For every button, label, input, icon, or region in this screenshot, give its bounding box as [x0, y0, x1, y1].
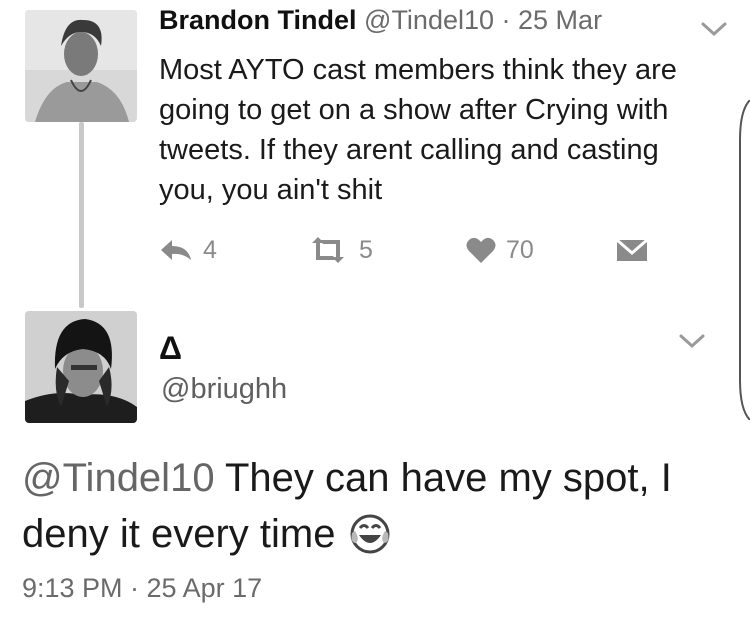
- tweet2-author-name[interactable]: Δ: [159, 330, 182, 367]
- tweet1-line: tweets. If they arent calling and castin…: [159, 134, 659, 166]
- tweet1-author-handle[interactable]: @Tindel10: [364, 5, 494, 35]
- tweet2-line: @Tindel10 They can have my spot, I: [22, 450, 722, 506]
- reply-count: 4: [203, 235, 217, 264]
- chevron-down-icon[interactable]: [700, 20, 728, 38]
- tweet1-line: Most AYTO cast members think they are: [159, 54, 677, 86]
- retweet-button[interactable]: 5: [307, 230, 373, 270]
- tweet2-line: deny it every time: [22, 506, 722, 562]
- tweet1-line: going to get on a show after Crying with: [159, 94, 669, 126]
- retweet-icon: [312, 237, 344, 263]
- heart-icon: [466, 237, 496, 263]
- tweet2-timestamp: 9:13 PM · 25 Apr 17: [22, 573, 263, 603]
- thread-connector-line: [79, 122, 84, 308]
- like-button[interactable]: 70: [466, 230, 534, 270]
- tweet2-text-part: deny it every time: [22, 512, 336, 556]
- message-icon: [616, 238, 648, 261]
- like-count: 70: [506, 235, 534, 264]
- tweet2-text: @Tindel10 They can have my spot, I deny …: [22, 450, 722, 562]
- tweet2-author-handle[interactable]: @briughh: [161, 373, 287, 406]
- tweet2-text-part: They can have my spot, I: [214, 456, 672, 500]
- tweet1-timestamp: · 25 Mar: [501, 5, 603, 35]
- direct-message-button[interactable]: [615, 230, 649, 270]
- scroll-edge-curve: [739, 100, 750, 420]
- chevron-down-icon[interactable]: [678, 332, 706, 350]
- mention-link[interactable]: @Tindel10: [22, 450, 215, 506]
- tweet1-header: Brandon Tindel @Tindel10 · 25 Mar: [159, 5, 602, 36]
- avatar-brandon-tindel[interactable]: [25, 10, 137, 122]
- tweet1-author-name[interactable]: Brandon Tindel: [159, 5, 357, 35]
- reply-icon: [161, 240, 191, 260]
- tears-of-joy-emoji-icon: [350, 514, 390, 554]
- tweet1-action-bar: 4 5 70: [159, 230, 679, 270]
- tweet1-line: you, you ain't shit: [159, 174, 383, 206]
- avatar-briughh[interactable]: [25, 311, 137, 423]
- retweet-count: 5: [359, 235, 373, 264]
- reply-button[interactable]: 4: [159, 230, 217, 270]
- tweet1-text: Most AYTO cast members think they are go…: [159, 50, 719, 210]
